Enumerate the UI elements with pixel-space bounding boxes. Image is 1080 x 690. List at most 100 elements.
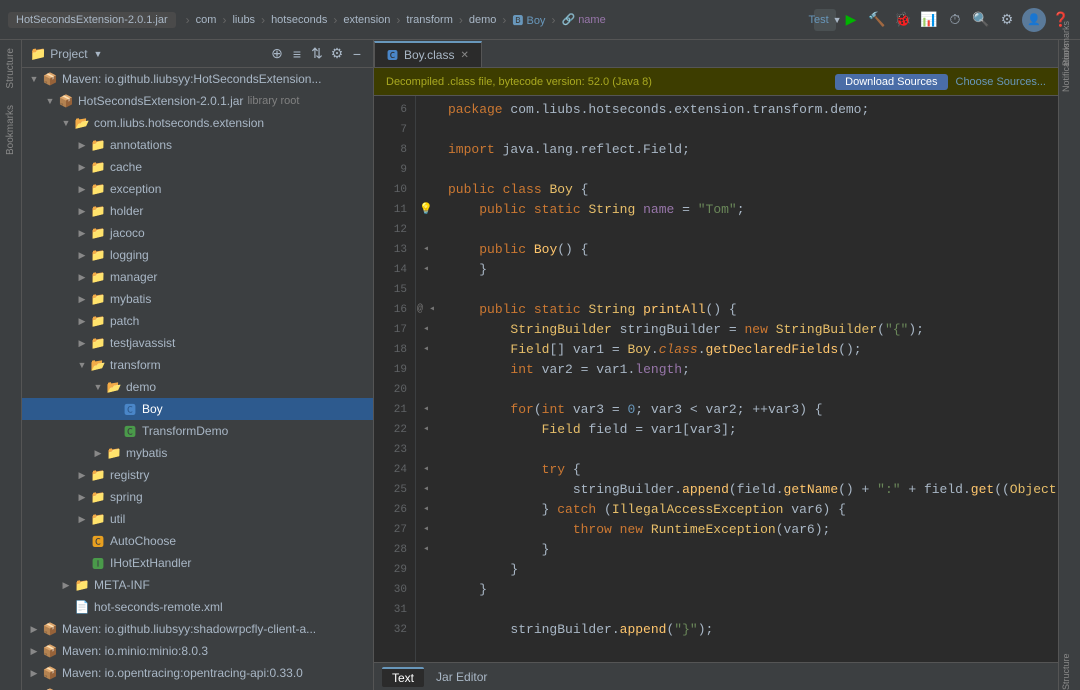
download-sources-button[interactable]: Download Sources <box>835 74 947 90</box>
code-line-7 <box>448 120 1046 140</box>
tree-item-ihotexthandler[interactable]: 🅸 IHotExtHandler <box>22 552 373 574</box>
tree-item-mybatis2[interactable]: ▶ 📁 mybatis <box>22 442 373 464</box>
label-transformdemo: TransformDemo <box>142 424 228 438</box>
breadcrumb-transform[interactable]: transform <box>406 14 452 26</box>
code-line-6: package com.liubs.hotseconds.extension.t… <box>448 100 1046 120</box>
tree-item-util[interactable]: ▶ 📁 util <box>22 508 373 530</box>
sidebar-dropdown-icon[interactable]: ▼ <box>94 49 103 59</box>
avatar[interactable]: 👤 <box>1022 8 1046 32</box>
choose-sources-button[interactable]: Choose Sources... <box>956 76 1047 88</box>
run-config-selector[interactable]: Test ▼ <box>814 9 836 31</box>
arrow-jar: ▼ <box>42 93 58 109</box>
gutter-fold-25[interactable]: ◂ <box>416 480 436 500</box>
gutter-fold-28[interactable]: ◂ <box>416 540 436 560</box>
gutter-fold-13[interactable]: ◂ <box>416 240 436 260</box>
gutter-fold-27[interactable]: ◂ <box>416 520 436 540</box>
tab-boy-class[interactable]: 🅲 Boy.class ✕ <box>374 41 482 67</box>
sidebar-add-icon[interactable]: ⊕ <box>269 46 285 62</box>
label-demo: demo <box>126 380 156 394</box>
icon-folder-registry: 📁 <box>90 467 106 483</box>
arrow-shadowrpc: ▶ <box>26 621 42 637</box>
run-button[interactable]: ▶ <box>840 9 862 31</box>
breadcrumb-hotseconds[interactable]: hotseconds <box>271 14 327 26</box>
code-content[interactable]: package com.liubs.hotseconds.extension.t… <box>436 96 1058 662</box>
tree-item-metainf[interactable]: ▶ 📁 META-INF <box>22 574 373 596</box>
tree-item-opentracing-noop[interactable]: ▶ 📦 Maven: io.opentracing:opentracing-no… <box>22 684 373 690</box>
gutter-fold-21[interactable]: ◂ <box>416 400 436 420</box>
icon-folder-cache: 📁 <box>90 159 106 175</box>
tree-item-shadowrpc[interactable]: ▶ 📦 Maven: io.github.liubsyy:shadowrpcfl… <box>22 618 373 640</box>
tree-item-boy[interactable]: 🅲 Boy <box>22 398 373 420</box>
tree-item-transformdemo[interactable]: 🅲 TransformDemo <box>22 420 373 442</box>
coverage-icon[interactable]: 📊 <box>918 9 940 31</box>
icon-folder-mybatis: 📁 <box>90 291 106 307</box>
breadcrumb-extension[interactable]: extension <box>343 14 390 26</box>
tree-item-root-maven[interactable]: ▼ 📦 Maven: io.github.liubsyy:HotSecondsE… <box>22 68 373 90</box>
breadcrumb-name[interactable]: 🔗 name <box>561 13 605 26</box>
tree-item-testjavassist[interactable]: ▶ 📁 testjavassist <box>22 332 373 354</box>
tree-item-jar[interactable]: ▼ 📦 HotSecondsExtension-2.0.1.jar librar… <box>22 90 373 112</box>
tree-item-patch[interactable]: ▶ 📁 patch <box>22 310 373 332</box>
gutter-fold-24[interactable]: ◂ <box>416 460 436 480</box>
tree-item-spring[interactable]: ▶ 📁 spring <box>22 486 373 508</box>
bookmarks-panel-label[interactable]: Bookmarks <box>5 105 16 155</box>
sidebar-layout-icon[interactable]: ≡ <box>289 46 305 62</box>
notifications-panel-icon[interactable]: Notifications <box>1061 74 1079 92</box>
label-autochoose: AutoChoose <box>110 534 176 548</box>
tree-item-minio[interactable]: ▶ 📦 Maven: io.minio:minio:8.0.3 <box>22 640 373 662</box>
tree-item-cache[interactable]: ▶ 📁 cache <box>22 156 373 178</box>
tree-item-opentracing-api[interactable]: ▶ 📦 Maven: io.opentracing:opentracing-ap… <box>22 662 373 684</box>
sidebar-minimize-icon[interactable]: − <box>349 46 365 62</box>
tab-close-icon[interactable]: ✕ <box>460 50 468 61</box>
label-util: util <box>110 512 125 526</box>
tree-item-registry[interactable]: ▶ 📁 registry <box>22 464 373 486</box>
icon-class-ihotexthandler: 🅸 <box>90 555 106 571</box>
gutter-at-16[interactable]: @ ◂ <box>416 300 436 320</box>
gutter-fold-14[interactable]: ◂ <box>416 260 436 280</box>
code-line-14: } <box>448 260 1046 280</box>
tree-item-transform[interactable]: ▼ 📂 transform <box>22 354 373 376</box>
arrow-util: ▶ <box>74 511 90 527</box>
gutter-fold-26[interactable]: ◂ <box>416 500 436 520</box>
tree-item-mybatis[interactable]: ▶ 📁 mybatis <box>22 288 373 310</box>
gutter-fold-22[interactable]: ◂ <box>416 420 436 440</box>
tree-item-com[interactable]: ▼ 📂 com.liubs.hotseconds.extension <box>22 112 373 134</box>
breadcrumb-demo[interactable]: demo <box>469 14 497 26</box>
structure-panel-icon[interactable]: Structure <box>1061 672 1079 690</box>
breadcrumb-boy[interactable]: 🅱 Boy <box>512 12 545 28</box>
breadcrumb-liubs[interactable]: liubs <box>232 14 255 26</box>
debug-icon[interactable]: 🐞 <box>892 9 914 31</box>
lightbulb-icon[interactable]: 💡 <box>416 200 436 220</box>
sidebar-sort-icon[interactable]: ⇅ <box>309 46 325 62</box>
main-layout: Structure Bookmarks 📁 Project ▼ ⊕ ≡ ⇅ ⚙ … <box>0 40 1080 690</box>
tree-item-annotations[interactable]: ▶ 📁 annotations <box>22 134 373 156</box>
label-spring: spring <box>110 490 143 504</box>
profile-icon[interactable]: ⏱ <box>944 9 966 31</box>
editor-tabs: 🅲 Boy.class ✕ <box>374 40 1058 68</box>
icon-maven-root: 📦 <box>42 71 58 87</box>
tree-item-holder[interactable]: ▶ 📁 holder <box>22 200 373 222</box>
tree-item-jacoco[interactable]: ▶ 📁 jacoco <box>22 222 373 244</box>
tree-item-demo[interactable]: ▼ 📂 demo <box>22 376 373 398</box>
structure-panel-label[interactable]: Structure <box>5 48 16 89</box>
code-line-12 <box>448 220 1046 240</box>
gutter-fold-18[interactable]: ◂ <box>416 340 436 360</box>
line-numbers: 6 7 8 9 10 11 12 13 14 15 16 17 18 19 20… <box>374 96 416 662</box>
tree-item-exception[interactable]: ▶ 📁 exception <box>22 178 373 200</box>
icon-folder-logging: 📁 <box>90 247 106 263</box>
tree-item-manager[interactable]: ▶ 📁 manager <box>22 266 373 288</box>
sidebar-settings-icon[interactable]: ⚙ <box>329 46 345 62</box>
tree-item-logging[interactable]: ▶ 📁 logging <box>22 244 373 266</box>
build-icon[interactable]: 🔨 <box>866 9 888 31</box>
settings-icon[interactable]: ⚙ <box>996 9 1018 31</box>
breadcrumb-com[interactable]: com <box>196 14 217 26</box>
tab-jar-editor[interactable]: Jar Editor <box>426 668 497 686</box>
search-icon[interactable]: 🔍 <box>970 9 992 31</box>
label-ihotexthandler: IHotExtHandler <box>110 556 191 570</box>
code-line-29: } <box>448 560 1046 580</box>
gutter-fold-17[interactable]: ◂ <box>416 320 436 340</box>
tab-text[interactable]: Text <box>382 667 424 687</box>
tree-item-xml[interactable]: 📄 hot-seconds-remote.xml <box>22 596 373 618</box>
tree-item-autochoose[interactable]: 🅲 AutoChoose <box>22 530 373 552</box>
icon-folder-demo: 📂 <box>106 379 122 395</box>
